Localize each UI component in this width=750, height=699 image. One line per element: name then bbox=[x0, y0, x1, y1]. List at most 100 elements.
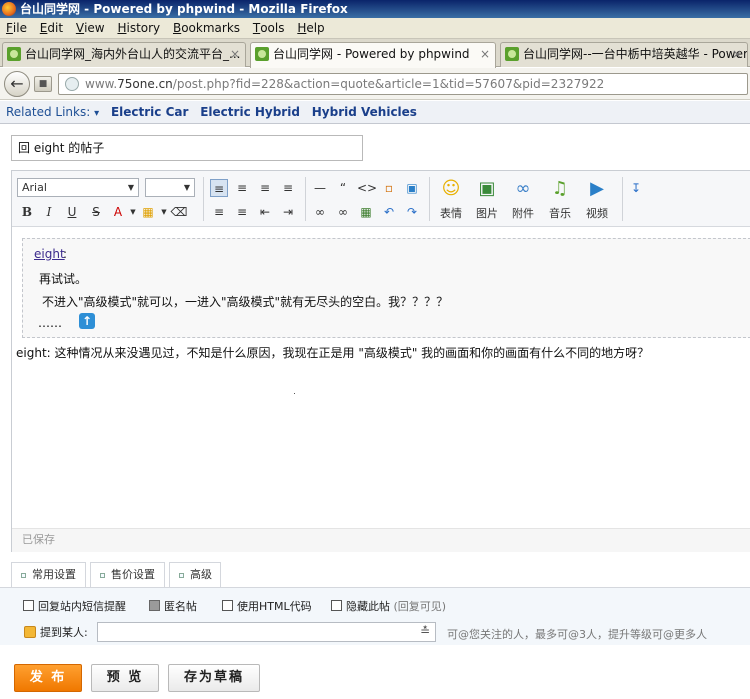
browser-tab-3[interactable]: 台山同学网--一台中栃中培英越华 - Power... × bbox=[500, 42, 748, 67]
related-links-label: Related Links: bbox=[6, 105, 91, 119]
video-button[interactable]: ▶ 视频 bbox=[580, 177, 614, 223]
tab-price-settings[interactable]: 售价设置 bbox=[90, 562, 165, 588]
option-label: 回复站内短信提醒 bbox=[38, 600, 126, 613]
quote-icon[interactable]: “ bbox=[334, 179, 352, 197]
option-use-html[interactable]: 使用HTML代码 bbox=[222, 598, 312, 614]
horizontal-rule-icon[interactable]: — bbox=[311, 179, 329, 197]
mention-label: 提到某人: bbox=[40, 626, 88, 639]
download-icon[interactable]: ↧ bbox=[627, 179, 645, 197]
image-button[interactable]: ▣ 图片 bbox=[470, 177, 504, 223]
italic-icon[interactable]: I bbox=[40, 203, 58, 221]
save-draft-button[interactable]: 存为草稿 bbox=[168, 664, 260, 692]
sell-icon[interactable]: ▫ bbox=[380, 179, 398, 197]
checkbox[interactable] bbox=[222, 600, 233, 611]
underline-icon[interactable]: U bbox=[63, 203, 81, 221]
chevron-double-down-icon[interactable]: ≛ bbox=[420, 624, 430, 638]
menu-help[interactable]: Help bbox=[295, 18, 331, 39]
related-link-hybrid-vehicles[interactable]: Hybrid Vehicles bbox=[312, 105, 417, 119]
tab-close-icon[interactable]: × bbox=[230, 43, 240, 66]
tab-label: 台山同学网_海内外台山人的交流平台_... bbox=[25, 47, 241, 61]
related-link-electric-hybrid[interactable]: Electric Hybrid bbox=[200, 105, 300, 119]
menu-edit[interactable]: Edit bbox=[38, 18, 70, 39]
redo-icon[interactable]: ↷ bbox=[403, 203, 421, 221]
checkbox[interactable] bbox=[23, 600, 34, 611]
align-justify-icon[interactable]: ≡ bbox=[279, 179, 297, 197]
attachment-button[interactable]: ∞ 附件 bbox=[506, 177, 540, 223]
font-family-select[interactable]: Arial ▼ bbox=[17, 178, 139, 197]
link-icon[interactable]: ∞ bbox=[311, 203, 329, 221]
font-family-value: Arial bbox=[22, 181, 47, 194]
font-size-select[interactable]: ▼ bbox=[145, 178, 195, 197]
toolbar-divider bbox=[429, 177, 430, 221]
tab-advanced[interactable]: 高级 bbox=[169, 562, 221, 588]
ordered-list-icon[interactable]: ≡ bbox=[210, 203, 228, 221]
url-prefix: www. bbox=[85, 77, 118, 91]
attachment-label: 附件 bbox=[512, 207, 534, 220]
align-center-icon[interactable]: ≡ bbox=[233, 179, 251, 197]
arrow-left-icon: ← bbox=[10, 74, 24, 93]
menu-file[interactable]: File bbox=[4, 18, 34, 39]
mention-input[interactable]: ≛ bbox=[97, 622, 436, 642]
tab-close-icon[interactable]: × bbox=[480, 43, 490, 66]
settings-tabs: 常用设置 售价设置 高级 bbox=[0, 562, 750, 588]
preview-button[interactable]: 预 览 bbox=[91, 664, 159, 692]
hide-content-icon[interactable]: ▣ bbox=[403, 179, 421, 197]
bold-icon[interactable]: B bbox=[18, 203, 36, 221]
strikethrough-icon[interactable]: S bbox=[87, 203, 105, 221]
navigation-bar: ← ■ www.75one.cn/post.php?fid=228&action… bbox=[0, 68, 750, 100]
menu-history[interactable]: History bbox=[115, 18, 167, 39]
menu-tools[interactable]: Tools bbox=[251, 18, 292, 39]
site-favicon-icon bbox=[7, 47, 21, 61]
page-menu-button[interactable]: ■ bbox=[34, 76, 52, 92]
reply-text: eight: 这种情况从来没遇见过，不知是什么原因，我现在正是用 "高级模式" … bbox=[16, 346, 650, 360]
attachment-icon: ∞ bbox=[515, 178, 531, 199]
editor-toolbar: Arial ▼ ▼ B I U S A ▼ ▦ ▼ ⌫ ≡ ≡ ≡ ≡ ≡ ≡ … bbox=[12, 171, 750, 227]
subject-input[interactable]: 回 eight 的帖子 bbox=[11, 135, 363, 161]
post-editor: Arial ▼ ▼ B I U S A ▼ ▦ ▼ ⌫ ≡ ≡ ≡ ≡ ≡ ≡ … bbox=[11, 170, 750, 552]
checkbox[interactable] bbox=[331, 600, 342, 611]
music-button[interactable]: ♫ 音乐 bbox=[543, 177, 577, 223]
checkbox[interactable] bbox=[149, 600, 160, 611]
chevron-down-icon[interactable]: ▾ bbox=[94, 108, 99, 119]
browser-tab-1[interactable]: 台山同学网_海内外台山人的交流平台_... × bbox=[2, 42, 246, 67]
code-icon[interactable]: <> bbox=[357, 179, 377, 197]
chevron-down-icon: ▼ bbox=[183, 183, 190, 192]
table-icon[interactable]: ▦ bbox=[357, 203, 375, 221]
editor-content-area[interactable]: eight : 再试试。 不进入"高级模式"就可以，一进入"高级模式"就有无尽头… bbox=[12, 228, 750, 528]
related-link-electric-car[interactable]: Electric Car bbox=[111, 105, 188, 119]
emoticon-button[interactable]: ☺ 表情 bbox=[434, 177, 468, 223]
indent-icon[interactable]: ⇥ bbox=[279, 203, 297, 221]
menu-bookmarks[interactable]: Bookmarks bbox=[171, 18, 247, 39]
back-button[interactable]: ← bbox=[4, 71, 30, 97]
tab-label: 常用设置 bbox=[32, 568, 76, 581]
mention-icon bbox=[24, 626, 36, 638]
saved-status: 已保存 bbox=[22, 533, 55, 546]
tab-common-settings[interactable]: 常用设置 bbox=[11, 562, 86, 588]
tab-label: 台山同学网 - Powered by phpwind bbox=[273, 47, 470, 61]
return-arrow-icon[interactable]: ↑ bbox=[79, 313, 95, 329]
tab-close-icon[interactable]: × bbox=[732, 43, 742, 66]
quote-author-link[interactable]: eight bbox=[34, 247, 65, 261]
publish-button[interactable]: 发 布 bbox=[14, 664, 82, 692]
eraser-icon[interactable]: ⌫ bbox=[170, 203, 188, 221]
text-cursor bbox=[294, 393, 295, 394]
window-title-bar: 台山同学网 - Powered by phpwind - Mozilla Fir… bbox=[0, 0, 750, 18]
option-reply-notify[interactable]: 回复站内短信提醒 bbox=[23, 598, 126, 614]
outdent-icon[interactable]: ⇤ bbox=[256, 203, 274, 221]
unlink-icon[interactable]: ∞ bbox=[334, 203, 352, 221]
option-label: 隐藏此帖 bbox=[346, 600, 390, 613]
align-left-icon[interactable]: ≡ bbox=[210, 179, 228, 197]
toolbar-divider bbox=[203, 177, 204, 221]
align-right-icon[interactable]: ≡ bbox=[256, 179, 274, 197]
option-hide-post[interactable]: 隐藏此帖 (回复可见) bbox=[331, 598, 446, 614]
editor-status-bar: 已保存 bbox=[12, 528, 750, 552]
browser-tab-2[interactable]: 台山同学网 - Powered by phpwind × bbox=[250, 42, 496, 68]
undo-icon[interactable]: ↶ bbox=[380, 203, 398, 221]
url-bar[interactable]: www.75one.cn/post.php?fid=228&action=quo… bbox=[58, 73, 748, 95]
site-favicon-icon bbox=[255, 47, 269, 61]
quote-text-line: 再试试。 bbox=[39, 272, 88, 286]
unordered-list-icon[interactable]: ≡ bbox=[233, 203, 251, 221]
option-hint: (回复可见) bbox=[393, 600, 447, 613]
menu-view[interactable]: View bbox=[74, 18, 112, 39]
option-anonymous[interactable]: 匿名帖 bbox=[149, 598, 197, 614]
